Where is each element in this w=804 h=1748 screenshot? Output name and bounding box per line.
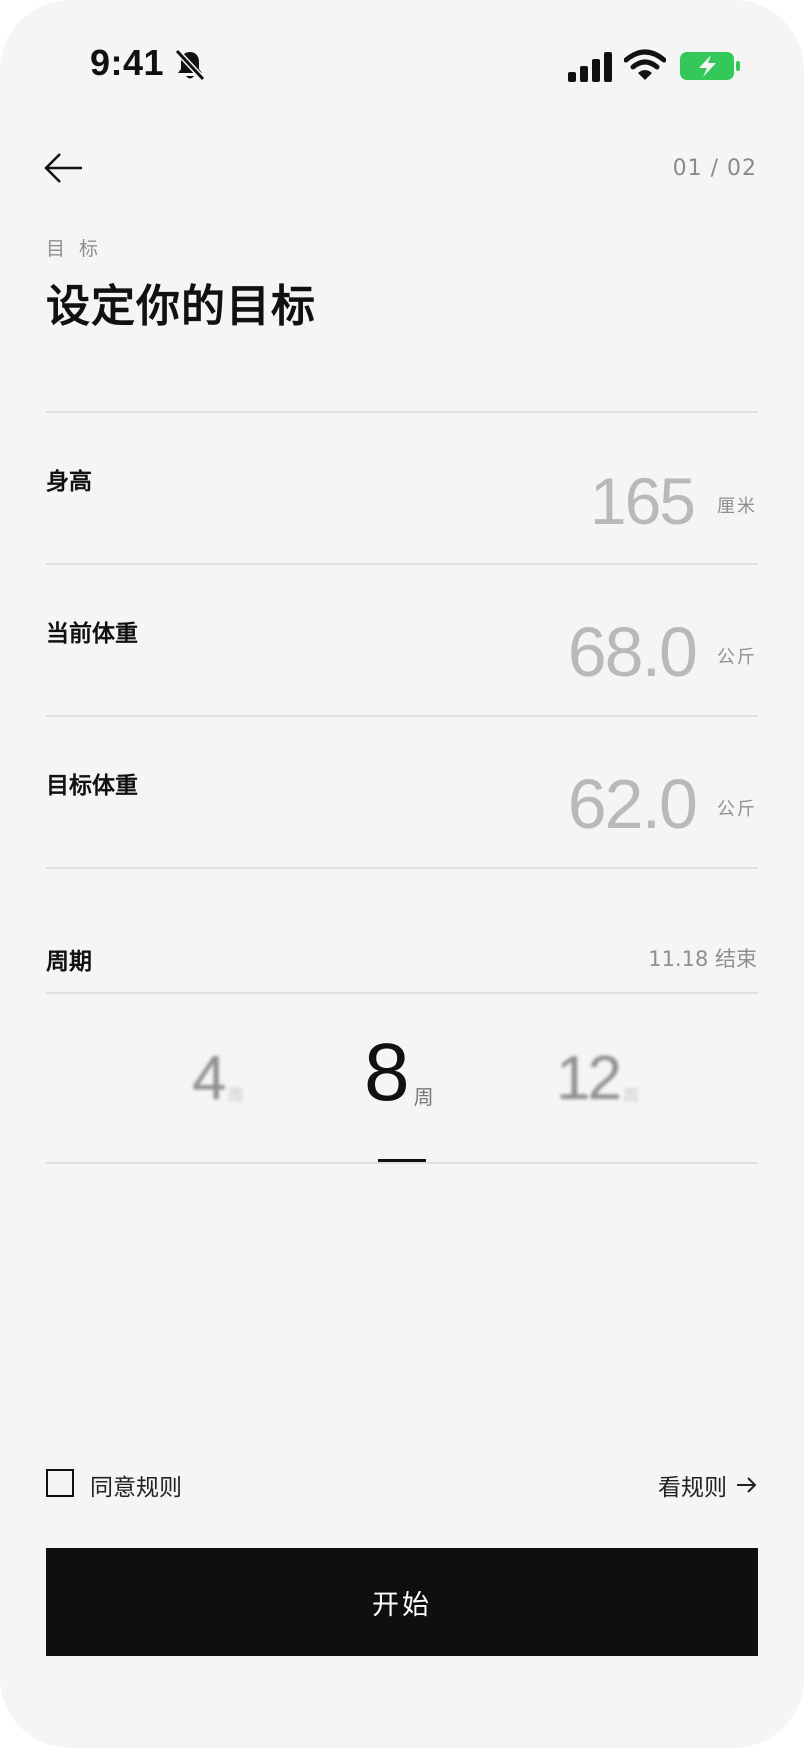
week-option-unit: 周 <box>227 1086 244 1105</box>
back-arrow-icon[interactable] <box>42 146 86 190</box>
target-weight-value[interactable]: 62.0 <box>568 769 698 839</box>
current-weight-value[interactable]: 68.0 <box>568 617 698 687</box>
week-option-value: 4 <box>192 1044 227 1113</box>
divider <box>46 1162 758 1164</box>
week-option-value: 12 <box>556 1044 622 1113</box>
status-time: 9:41 <box>90 42 165 83</box>
cellular-signal-icon <box>568 52 612 82</box>
battery-charging-icon <box>680 52 740 80</box>
week-option-unit: 周 <box>622 1086 639 1105</box>
current-weight-unit: 公斤 <box>717 647 757 668</box>
divider <box>46 867 758 869</box>
week-option-12[interactable]: 12 周 <box>556 1048 639 1110</box>
start-button[interactable]: 开始 <box>46 1548 758 1656</box>
current-weight-label: 当前体重 <box>46 621 138 647</box>
week-option-unit: 周 <box>413 1085 434 1109</box>
height-label: 身高 <box>46 469 92 495</box>
step-counter: 01 / 02 <box>672 156 757 181</box>
divider <box>46 715 758 717</box>
page-title: 设定你的目标 <box>46 281 316 332</box>
target-weight-unit: 公斤 <box>717 799 757 820</box>
page-eyebrow: 目 标 <box>46 238 103 260</box>
target-weight-label: 目标体重 <box>46 773 138 799</box>
phone-screen: 9:41 01 / 02 目 标 设定你的目标 身高 165 厘米 当前体重 6… <box>0 0 804 1748</box>
agree-label[interactable]: 同意规则 <box>90 1468 182 1502</box>
week-option-8[interactable]: 8 周 <box>364 1032 434 1114</box>
agree-checkbox[interactable] <box>46 1469 74 1497</box>
arrow-right-icon <box>737 1477 757 1493</box>
week-option-value: 8 <box>364 1027 410 1118</box>
week-option-4[interactable]: 4 周 <box>192 1048 244 1110</box>
height-value[interactable]: 165 <box>590 468 696 534</box>
view-rules-link[interactable]: 看规则 <box>658 1468 757 1502</box>
period-end-date: 11.18 结束 <box>648 947 757 971</box>
divider <box>46 992 758 994</box>
height-unit: 厘米 <box>717 496 757 517</box>
divider <box>46 411 758 413</box>
wifi-icon <box>624 49 666 80</box>
bell-off-icon <box>174 48 206 82</box>
divider <box>46 563 758 565</box>
period-label: 周期 <box>46 949 92 975</box>
view-rules-label: 看规则 <box>658 1475 727 1501</box>
